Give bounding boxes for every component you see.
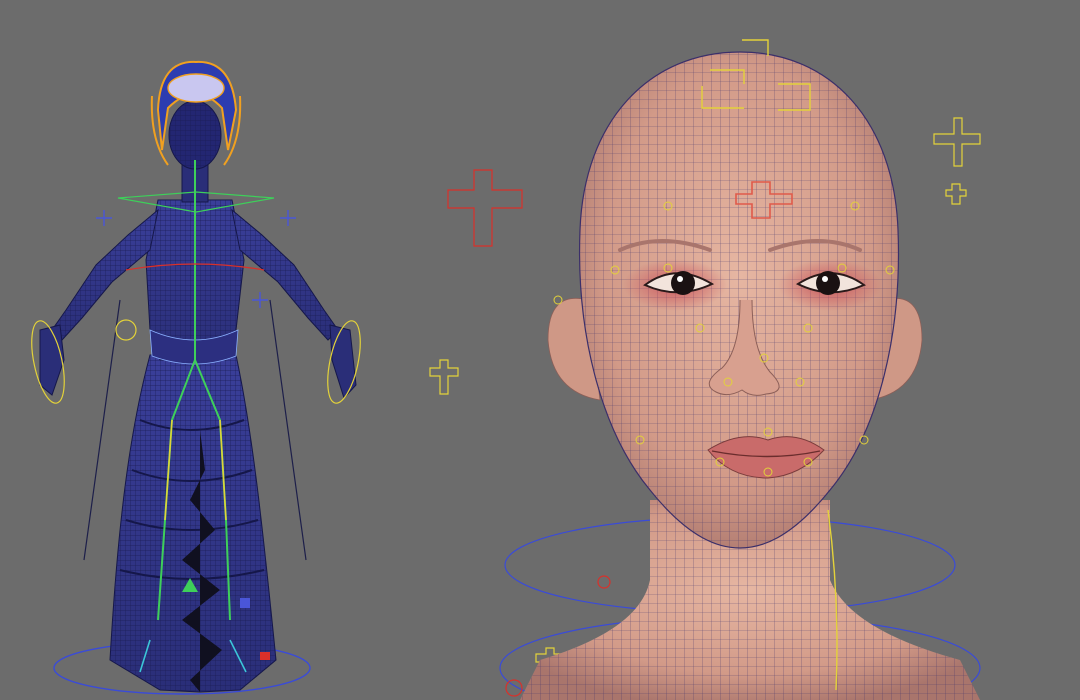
head-wireframe [169,101,221,169]
right-eye-highlight [822,276,828,282]
foot-pivot-control[interactable] [260,652,270,660]
3d-viewport[interactable] [0,0,1080,700]
left-iris [671,271,695,295]
viewport-canvas[interactable] [0,0,1080,700]
left-eye-highlight [677,276,683,282]
right-iris [816,271,840,295]
foot-control-right[interactable] [240,598,250,608]
headdress-ornament[interactable] [167,73,225,103]
